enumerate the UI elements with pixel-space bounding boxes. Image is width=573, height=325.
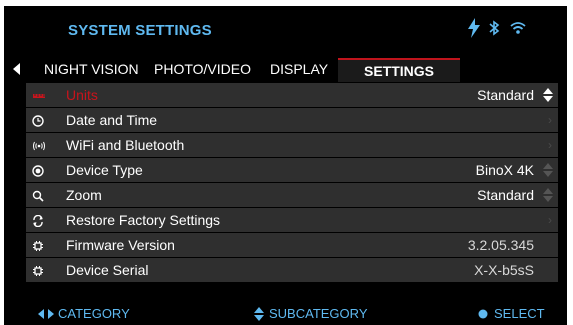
left-right-arrows-icon <box>38 308 54 319</box>
dot-icon <box>478 309 488 318</box>
list-item-label: Device Type <box>66 162 143 178</box>
target-icon <box>32 164 44 177</box>
tab-settings[interactable]: SETTINGS <box>338 58 460 82</box>
up-down-arrows-icon <box>254 306 264 321</box>
ruler-icon <box>32 89 45 101</box>
chevron-right-icon: › <box>548 113 552 127</box>
list-item-date-and-time[interactable]: Date and Time › <box>26 108 558 132</box>
category-tabs: NIGHT VISION PHOTO/VIDEO DISPLAY SETTING… <box>4 58 567 82</box>
bluetooth-icon <box>488 18 500 38</box>
list-item-value: BinoX 4K <box>475 162 534 178</box>
control-hints-footer: CATEGORY SUBCATEGORY SELECT <box>4 306 567 325</box>
list-item-label: Units <box>66 87 98 103</box>
clock-icon <box>32 114 44 127</box>
settings-list: Units Standard Date and Time › WiFi and … <box>26 83 558 283</box>
wifi-icon <box>510 18 526 38</box>
refresh-icon <box>32 214 44 228</box>
list-item-label: Device Serial <box>66 262 149 278</box>
tab-photo-video[interactable]: PHOTO/VIDEO <box>154 61 251 77</box>
chip-icon <box>32 239 44 251</box>
list-item-device-type[interactable]: Device Type BinoX 4K <box>26 158 558 182</box>
list-item-firmware-version: Firmware Version 3.2.05.345 <box>26 233 558 257</box>
list-item-label: Restore Factory Settings <box>66 212 221 228</box>
up-down-arrows-icon <box>542 187 554 206</box>
chevron-right-icon: › <box>548 213 552 227</box>
list-item-label: WiFi and Bluetooth <box>66 137 185 153</box>
hint-select-label: SELECT <box>494 306 545 321</box>
list-item-wifi-and-bluetooth[interactable]: WiFi and Bluetooth › <box>26 133 558 157</box>
magnifier-icon <box>32 189 44 202</box>
tab-display[interactable]: DISPLAY <box>270 61 328 77</box>
list-item-zoom[interactable]: Zoom Standard <box>26 183 558 207</box>
list-item-label: Firmware Version <box>66 237 175 253</box>
chip-icon <box>32 264 44 276</box>
hint-category: CATEGORY <box>38 306 130 321</box>
hint-subcategory: SUBCATEGORY <box>254 306 367 321</box>
up-down-arrows-icon <box>542 162 554 181</box>
tab-night-vision[interactable]: NIGHT VISION <box>44 61 139 77</box>
list-item-restore-factory-settings[interactable]: Restore Factory Settings › <box>26 208 558 232</box>
wireless-icon <box>32 139 45 151</box>
list-item-units[interactable]: Units Standard <box>26 83 558 107</box>
hint-subcategory-label: SUBCATEGORY <box>269 306 368 321</box>
list-item-value: Standard <box>477 87 534 103</box>
chevron-right-icon: › <box>548 138 552 152</box>
list-item-value: Standard <box>477 187 534 203</box>
list-item-value: X-X-b5sS <box>474 262 534 278</box>
lightning-icon <box>467 18 481 38</box>
page-title: SYSTEM SETTINGS <box>68 22 212 39</box>
list-item-value: 3.2.05.345 <box>467 237 534 253</box>
device-screen: SYSTEM SETTINGS NIGHT VISION PHOTO/VIDEO… <box>4 6 567 325</box>
list-item-device-serial: Device Serial X-X-b5sS <box>26 258 558 282</box>
up-down-arrows-icon <box>542 87 554 106</box>
list-item-label: Date and Time <box>66 112 158 128</box>
hint-select: SELECT <box>478 306 545 321</box>
back-arrow-icon[interactable] <box>11 62 21 81</box>
hint-category-label: CATEGORY <box>58 306 130 321</box>
list-item-label: Zoom <box>66 187 102 203</box>
